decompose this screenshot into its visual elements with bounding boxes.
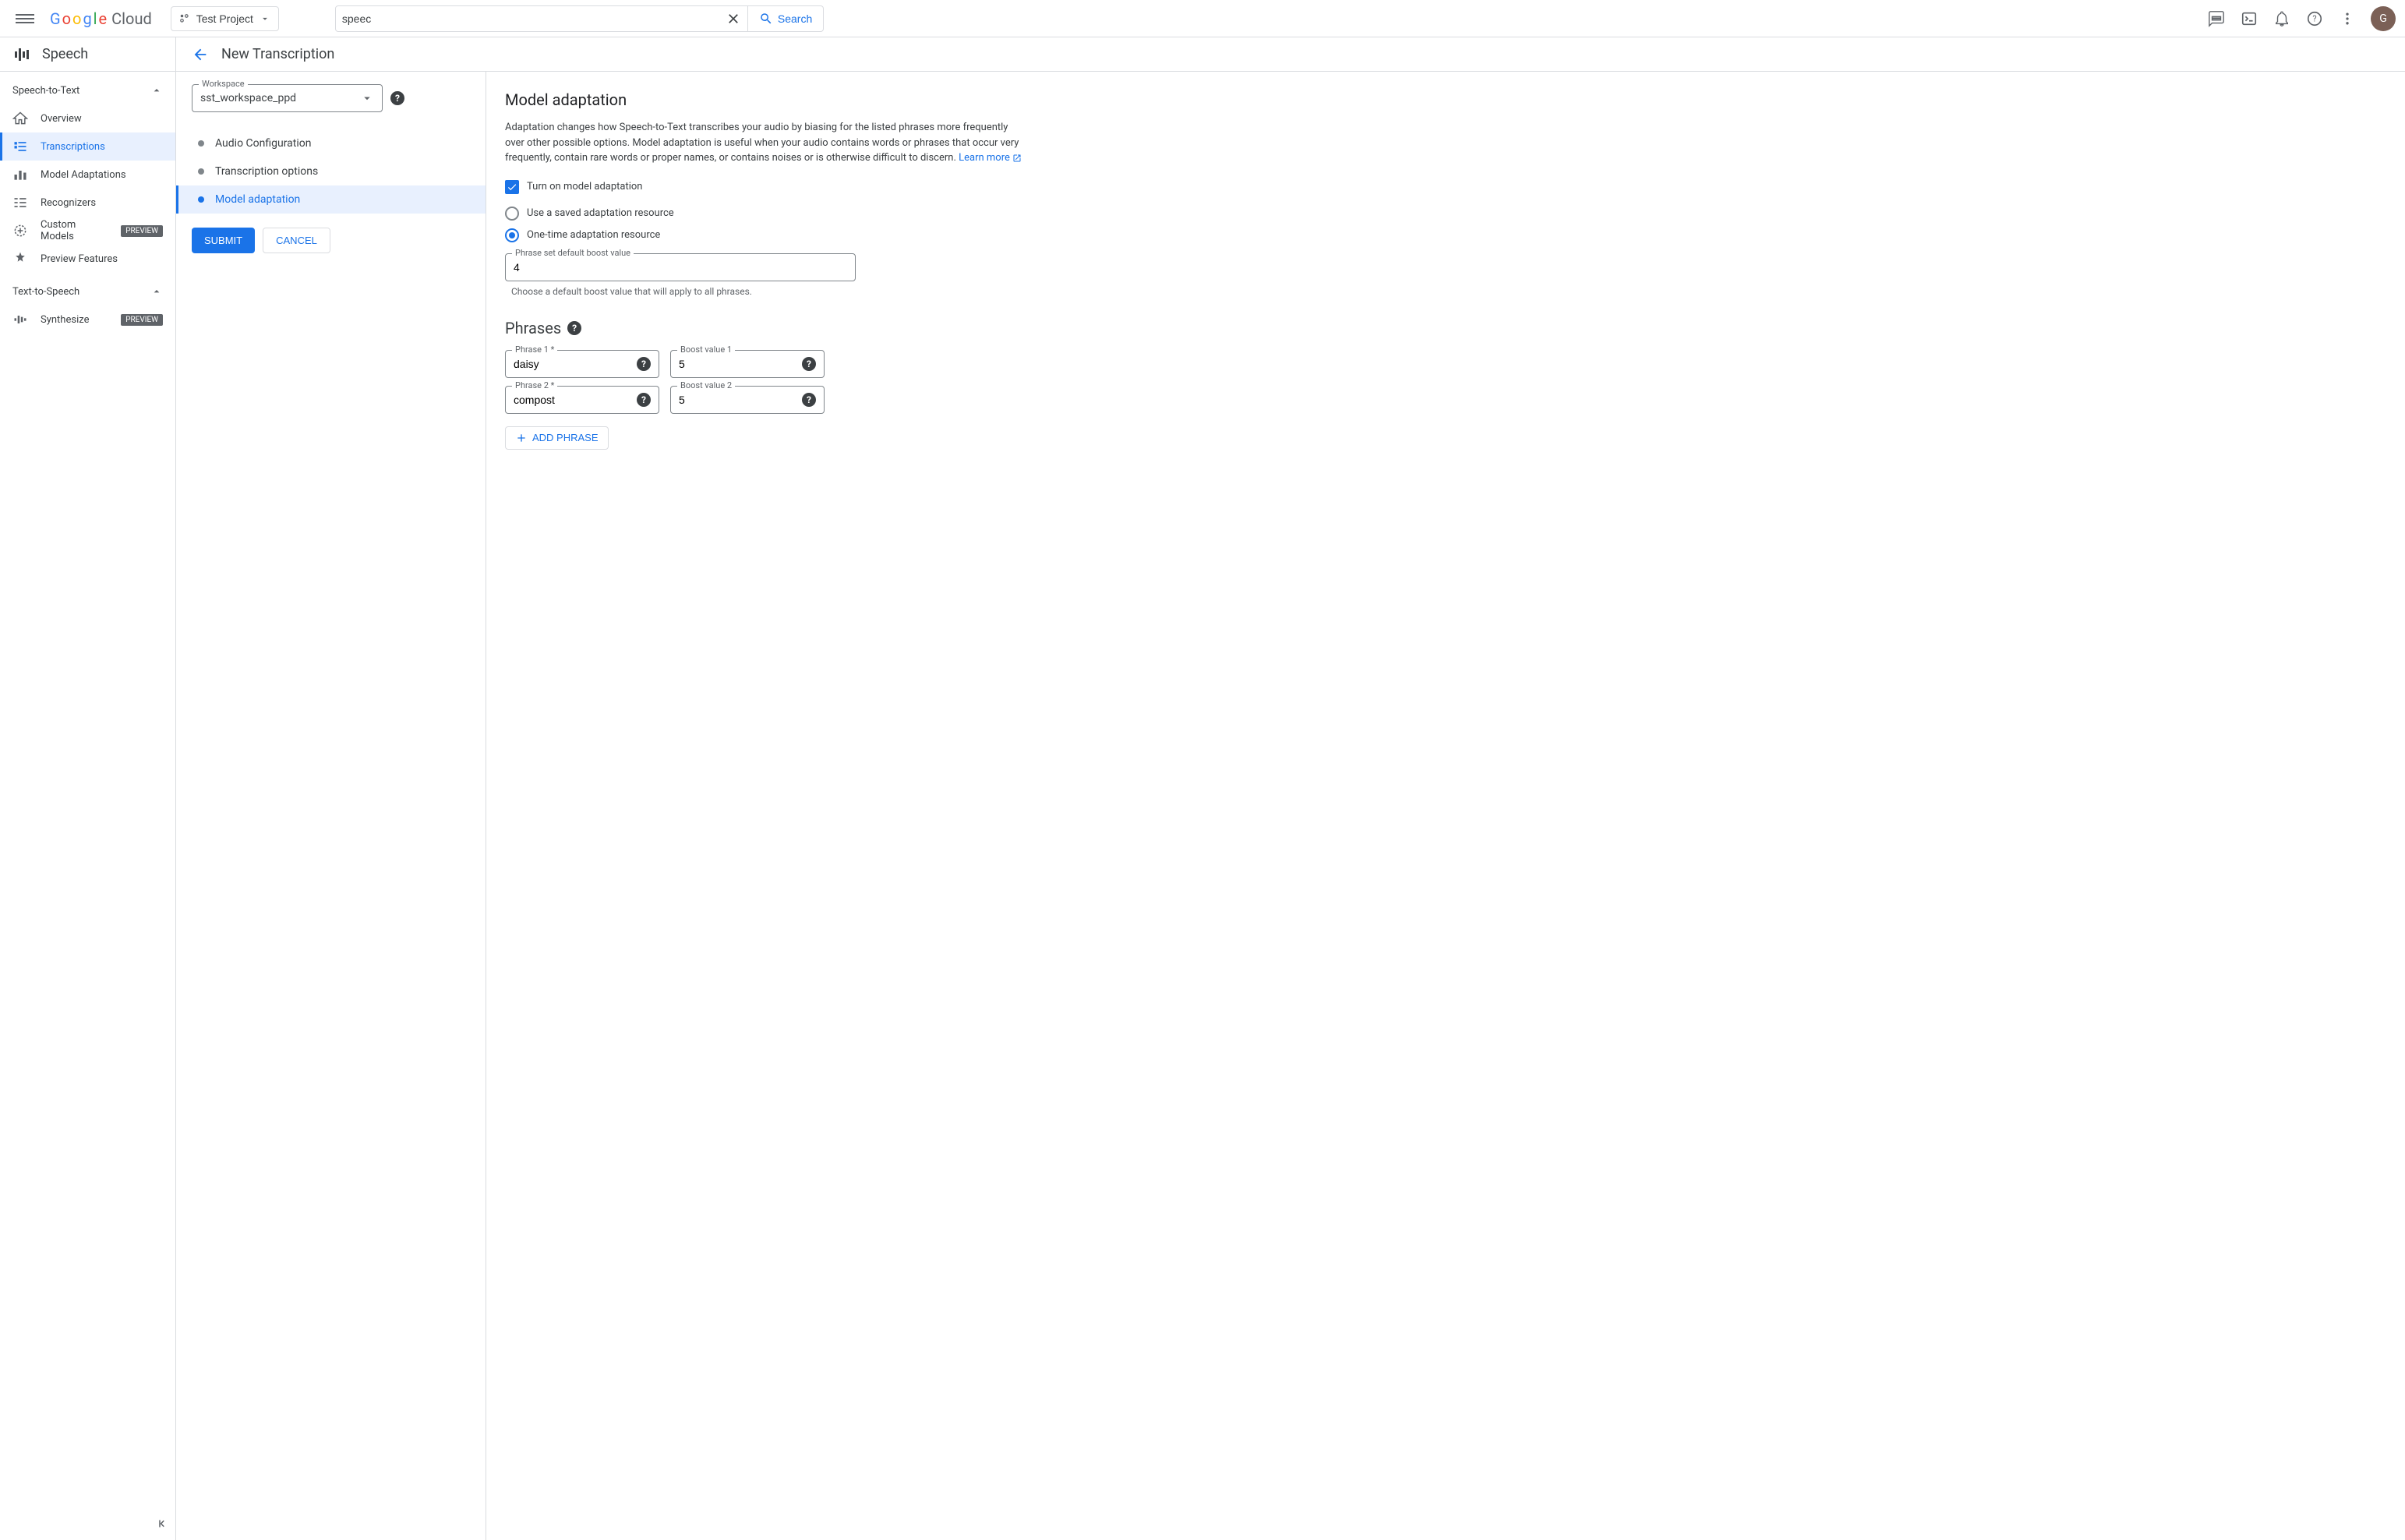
- phrases-heading: Phrases ?: [505, 319, 1029, 337]
- product-title: Speech: [42, 46, 88, 62]
- preview-badge: PREVIEW: [121, 225, 163, 237]
- nav-group-tts[interactable]: Text-to-Speech: [0, 277, 175, 306]
- help-icon[interactable]: ?: [802, 357, 816, 371]
- step-audio-configuration[interactable]: Audio Configuration: [176, 129, 486, 157]
- project-selector[interactable]: Test Project: [171, 6, 279, 31]
- preview-badge: PREVIEW: [121, 314, 163, 326]
- radio-onetime-resource[interactable]: One-time adaptation resource: [505, 228, 1029, 242]
- toggle-adaptation-row[interactable]: Turn on model adaptation: [505, 180, 1029, 194]
- boost-2-input[interactable]: Boost value 2 ?: [670, 386, 825, 414]
- topbar: Google Cloud Test Project Search ? G: [0, 0, 2405, 37]
- project-icon: [179, 13, 190, 24]
- search-input[interactable]: [342, 12, 726, 25]
- add-phrase-button[interactable]: ADD PHRASE: [505, 426, 609, 450]
- section-heading: Model adaptation: [505, 90, 1029, 109]
- sidebar-item-synthesize[interactable]: Synthesize PREVIEW: [0, 306, 175, 334]
- cloud-shell-icon[interactable]: [2240, 9, 2258, 28]
- radio-checked-icon: [505, 228, 519, 242]
- help-icon[interactable]: ?: [802, 393, 816, 407]
- notifications-icon[interactable]: [2273, 9, 2291, 28]
- chat-icon[interactable]: [2207, 9, 2226, 28]
- default-boost-input[interactable]: Phrase set default boost value: [505, 253, 856, 281]
- search-button[interactable]: Search: [748, 5, 824, 32]
- sidebar: Speech Speech-to-Text Overview Transcrip…: [0, 37, 176, 1540]
- phrase-row-1: Phrase 1 * ? Boost value 1 ?: [505, 350, 1029, 378]
- speech-icon: [12, 45, 31, 64]
- help-icon[interactable]: ?: [637, 393, 651, 407]
- project-name: Test Project: [196, 12, 253, 25]
- phrase-row-2: Phrase 2 * ? Boost value 2 ?: [505, 386, 1029, 414]
- back-arrow-icon[interactable]: [192, 46, 209, 63]
- sidebar-item-model-adaptations[interactable]: Model Adaptations: [0, 161, 175, 189]
- right-pane: Model adaptation Adaptation changes how …: [486, 72, 1047, 1540]
- phrase-1-input[interactable]: Phrase 1 * ?: [505, 350, 659, 378]
- help-icon[interactable]: ?: [637, 357, 651, 371]
- sidebar-item-overview[interactable]: Overview: [0, 104, 175, 132]
- radio-unchecked-icon: [505, 207, 519, 221]
- more-icon[interactable]: [2338, 9, 2357, 28]
- sidebar-item-recognizers[interactable]: Recognizers: [0, 189, 175, 217]
- sidebar-item-transcriptions[interactable]: Transcriptions: [0, 132, 175, 161]
- avatar[interactable]: G: [2371, 6, 2396, 31]
- external-link-icon: [1012, 154, 1022, 163]
- section-description: Adaptation changes how Speech-to-Text tr…: [505, 120, 1029, 166]
- chevron-up-icon: [150, 285, 163, 298]
- search-icon: [759, 12, 773, 26]
- search-wrap: Search: [335, 5, 824, 32]
- step-model-adaptation[interactable]: Model adaptation: [176, 185, 486, 214]
- sidebar-header[interactable]: Speech: [0, 37, 175, 72]
- helper-text: Choose a default boost value that will a…: [511, 286, 856, 297]
- checkbox-checked-icon[interactable]: [505, 180, 519, 194]
- page-header: New Transcription: [176, 37, 2405, 72]
- submit-button[interactable]: SUBMIT: [192, 228, 255, 253]
- chevron-up-icon: [150, 84, 163, 97]
- sidebar-item-preview-features[interactable]: Preview Features: [0, 245, 175, 273]
- step-transcription-options[interactable]: Transcription options: [176, 157, 486, 185]
- nav-group-stt[interactable]: Speech-to-Text: [0, 76, 175, 104]
- learn-more-link[interactable]: Learn more: [959, 152, 1022, 164]
- chevron-down-icon: [260, 13, 270, 24]
- boost-1-input[interactable]: Boost value 1 ?: [670, 350, 825, 378]
- default-boost-value[interactable]: [514, 261, 847, 274]
- page-title: New Transcription: [221, 46, 334, 62]
- svg-text:?: ?: [2312, 13, 2316, 23]
- cancel-button[interactable]: CANCEL: [263, 228, 330, 253]
- sidebar-item-custom-models[interactable]: Custom Models PREVIEW: [0, 217, 175, 245]
- plus-icon: [515, 432, 528, 444]
- close-icon[interactable]: [726, 11, 741, 26]
- workspace-select[interactable]: Workspace sst_workspace_ppd: [192, 84, 383, 112]
- help-icon[interactable]: ?: [390, 91, 404, 105]
- left-pane: Workspace sst_workspace_ppd ? Audio Conf…: [176, 72, 486, 1540]
- google-cloud-logo[interactable]: Google Cloud: [50, 9, 152, 28]
- search-box[interactable]: [335, 5, 748, 32]
- chevron-down-icon: [360, 91, 374, 105]
- collapse-sidebar-icon[interactable]: [155, 1517, 169, 1534]
- help-icon[interactable]: ?: [2305, 9, 2324, 28]
- radio-saved-resource[interactable]: Use a saved adaptation resource: [505, 207, 1029, 221]
- phrase-2-input[interactable]: Phrase 2 * ?: [505, 386, 659, 414]
- help-icon[interactable]: ?: [567, 321, 581, 335]
- menu-icon[interactable]: [9, 3, 41, 34]
